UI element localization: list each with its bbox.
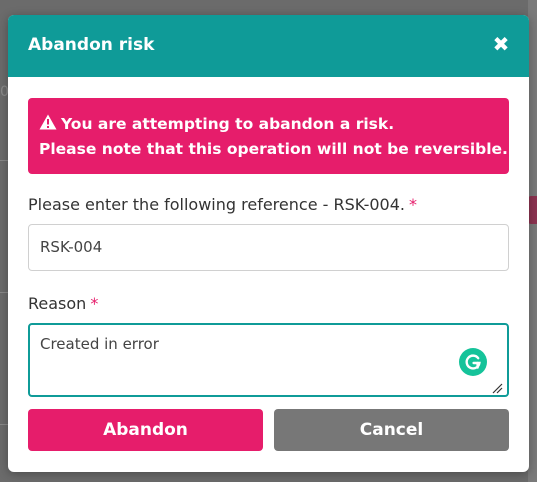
reason-textarea[interactable]: Created in error xyxy=(28,323,509,397)
required-marker: * xyxy=(408,195,417,214)
abandon-button[interactable]: Abandon xyxy=(28,409,263,451)
background-divider xyxy=(0,292,8,293)
alert-text-2: Please note that this operation will not… xyxy=(39,140,508,158)
resize-handle-icon[interactable] xyxy=(491,382,503,394)
reference-input-value: RSK-004 xyxy=(40,238,103,256)
background-page-right xyxy=(528,0,537,482)
reason-textarea-value: Created in error xyxy=(40,335,159,353)
warning-icon xyxy=(39,114,57,130)
required-marker: * xyxy=(90,294,99,313)
reason-label: Reason * xyxy=(28,294,98,313)
modal-header: Abandon risk ✖ xyxy=(8,15,529,77)
grammarly-g-glyph xyxy=(465,354,481,370)
reason-label-text: Reason xyxy=(28,294,87,313)
reference-label: Please enter the following reference - R… xyxy=(28,195,417,214)
warning-alert: You are attempting to abandon a risk. Pl… xyxy=(28,98,509,174)
abandon-risk-modal: Abandon risk ✖ You are attempting to aba… xyxy=(8,15,529,472)
reference-input[interactable]: RSK-004 xyxy=(28,224,509,271)
alert-text-1: You are attempting to abandon a risk. xyxy=(61,115,395,133)
close-icon: ✖ xyxy=(492,32,510,56)
close-button[interactable]: ✖ xyxy=(491,32,511,56)
modal-title: Abandon risk xyxy=(28,35,155,55)
alert-line-1: You are attempting to abandon a risk. xyxy=(39,112,497,137)
reference-label-text: Please enter the following reference - R… xyxy=(28,195,405,214)
background-divider xyxy=(0,160,8,161)
cancel-button[interactable]: Cancel xyxy=(274,409,509,451)
background-badge-fragment xyxy=(528,196,537,224)
background-divider xyxy=(0,424,8,425)
grammarly-icon[interactable] xyxy=(459,348,487,376)
